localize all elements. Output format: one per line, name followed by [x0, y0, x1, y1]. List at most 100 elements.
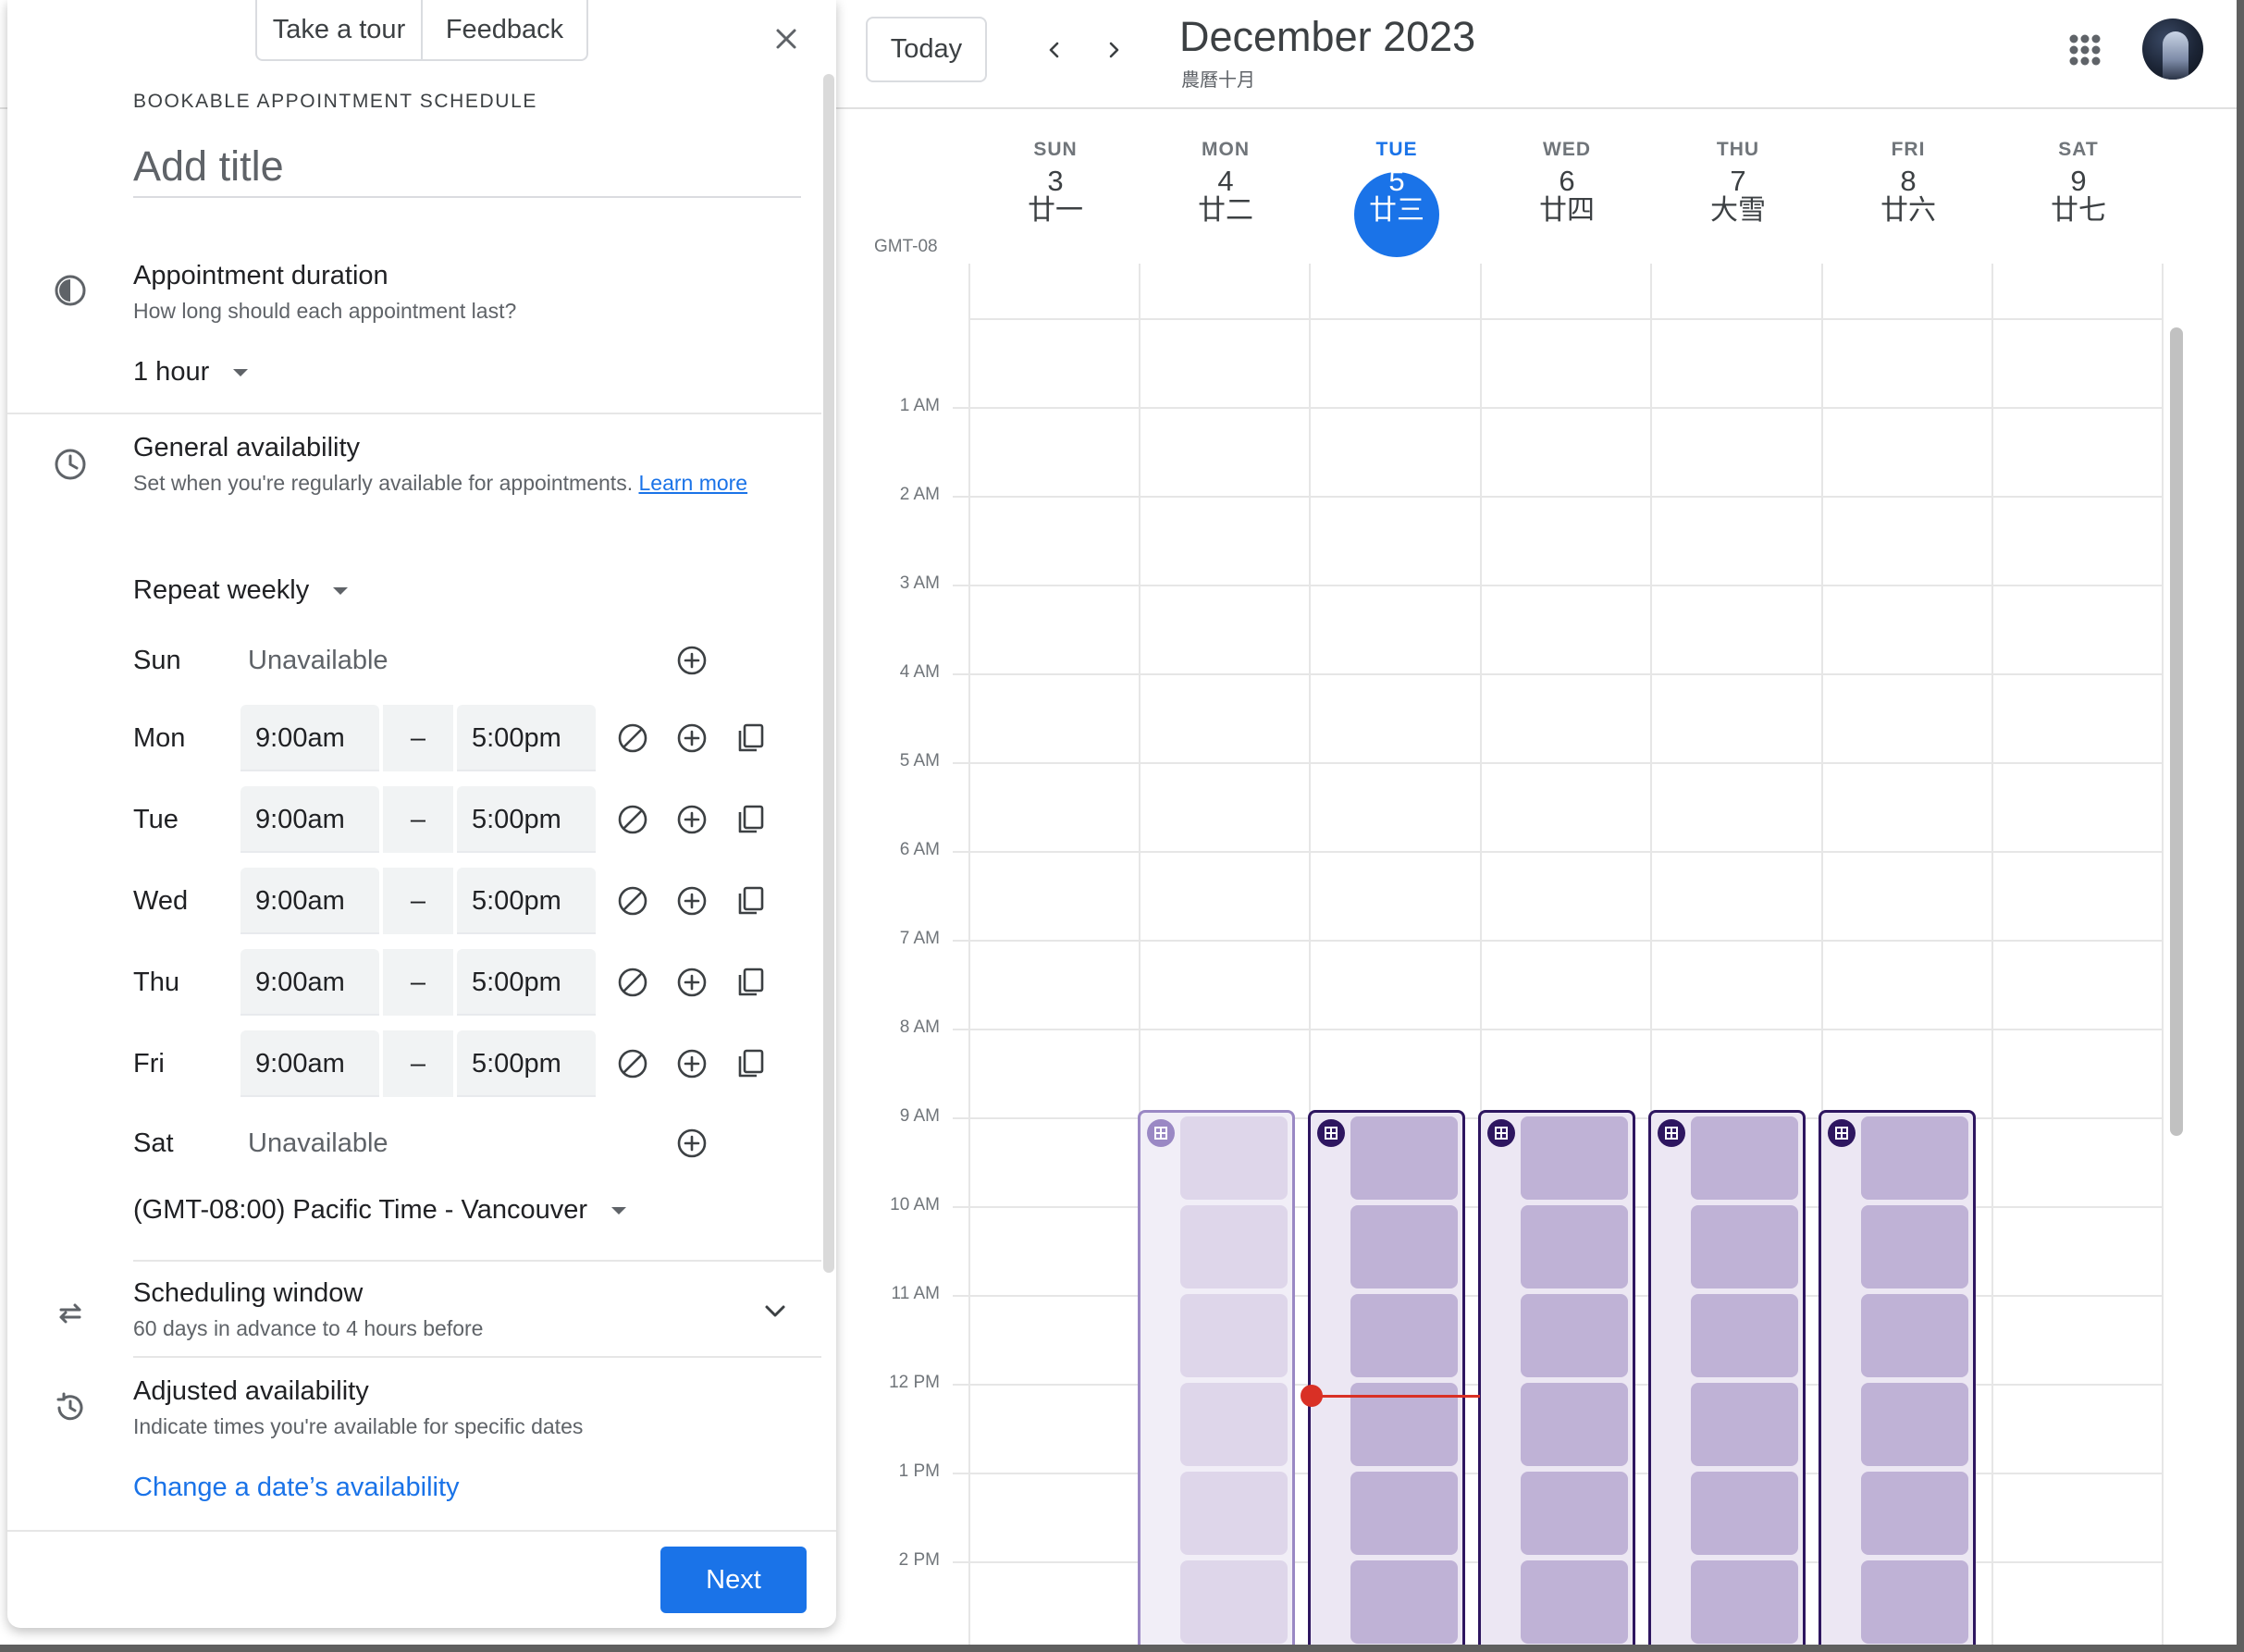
appointment-block[interactable] [1819, 1110, 1976, 1645]
appointment-block[interactable] [1138, 1110, 1295, 1645]
block-unavailable-icon[interactable] [616, 803, 649, 836]
copy-icon[interactable] [734, 884, 768, 918]
avatar[interactable] [2142, 18, 2203, 80]
availability-row-sun: Sun Unavailable [133, 627, 799, 694]
appointment-slot[interactable] [1861, 1116, 1968, 1200]
appointment-slot[interactable] [1180, 1560, 1288, 1644]
block-unavailable-icon[interactable] [616, 966, 649, 999]
appointment-slot[interactable] [1521, 1383, 1628, 1466]
appointment-slot[interactable] [1350, 1205, 1458, 1288]
appointment-slot[interactable] [1180, 1116, 1288, 1200]
appointment-slot[interactable] [1521, 1116, 1628, 1200]
block-unavailable-icon[interactable] [616, 721, 649, 755]
start-time-field[interactable]: 9:00am [240, 868, 379, 934]
appointment-slot[interactable] [1180, 1472, 1288, 1555]
day-name: FRI [1891, 139, 1926, 160]
start-time-field[interactable]: 9:00am [240, 949, 379, 1016]
title-input[interactable] [133, 137, 801, 198]
add-time-icon[interactable] [675, 644, 709, 677]
appointment-slot[interactable] [1691, 1560, 1798, 1644]
day-number: 7 [1730, 165, 1746, 197]
availability-row-tue: Tue 9:00am –5:00pm [133, 786, 799, 853]
start-time-field[interactable]: 9:00am [240, 786, 379, 853]
add-time-icon[interactable] [675, 884, 709, 918]
day-header-wed[interactable]: WED 6 廿四 [1482, 139, 1652, 226]
hour-gridline [969, 407, 2163, 409]
timezone-dropdown[interactable]: (GMT-08:00) Pacific Time - Vancouver [133, 1195, 627, 1226]
duration-dropdown[interactable]: 1 hour [133, 357, 249, 388]
day-header-fri[interactable]: FRI 8 廿六 [1823, 139, 1993, 226]
end-time-field[interactable]: 5:00pm [457, 1030, 596, 1097]
appointment-slot[interactable] [1350, 1294, 1458, 1377]
day-header-sun[interactable]: SUN 3 廿一 [970, 139, 1140, 226]
copy-icon[interactable] [734, 803, 768, 836]
appointment-slot[interactable] [1861, 1205, 1968, 1288]
appointment-slot[interactable] [1350, 1560, 1458, 1644]
apps-grid-icon[interactable] [2063, 28, 2107, 72]
panel-scrollbar[interactable] [823, 74, 834, 1273]
calendar-grid-icon [1828, 1119, 1856, 1147]
copy-icon[interactable] [734, 721, 768, 755]
appointment-slot[interactable] [1691, 1294, 1798, 1377]
learn-more-link[interactable]: Learn more [638, 471, 747, 495]
appointment-block[interactable] [1648, 1110, 1806, 1645]
add-time-icon[interactable] [675, 1127, 709, 1160]
end-time-field[interactable]: 5:00pm [457, 705, 596, 771]
end-time-field[interactable]: 5:00pm [457, 786, 596, 853]
appointment-slot[interactable] [1691, 1472, 1798, 1555]
change-date-availability-link[interactable]: Change a date’s availability [133, 1473, 460, 1503]
unavailable-label: Unavailable [248, 1128, 388, 1158]
calendar-scrollbar[interactable] [2170, 327, 2183, 1136]
add-time-icon[interactable] [675, 721, 709, 755]
time-separator: – [379, 786, 457, 853]
add-time-icon[interactable] [675, 803, 709, 836]
chevron-down-icon[interactable] [758, 1295, 792, 1328]
unavailable-label: Unavailable [248, 646, 388, 675]
appointment-slot[interactable] [1350, 1116, 1458, 1200]
appointment-slot[interactable] [1691, 1383, 1798, 1466]
start-time-field[interactable]: 9:00am [240, 705, 379, 771]
appointment-slot[interactable] [1180, 1383, 1288, 1466]
appointment-slot[interactable] [1691, 1205, 1798, 1288]
appointment-slot[interactable] [1521, 1560, 1628, 1644]
appointment-slot[interactable] [1350, 1472, 1458, 1555]
hour-label: 8 AM [899, 1017, 940, 1037]
appointment-block[interactable] [1478, 1110, 1635, 1645]
day-header-tue[interactable]: TUE 5 廿三 [1312, 139, 1482, 226]
appointment-slot[interactable] [1861, 1560, 1968, 1644]
appointment-slot[interactable] [1521, 1472, 1628, 1555]
day-header-sat[interactable]: SAT 9 廿七 [1993, 139, 2164, 226]
appointment-slot[interactable] [1691, 1116, 1798, 1200]
appointment-slot[interactable] [1861, 1294, 1968, 1377]
day-number: 8 [1900, 165, 1917, 197]
repeat-dropdown[interactable]: Repeat weekly [133, 575, 349, 606]
appointment-slot[interactable] [1521, 1294, 1628, 1377]
today-button[interactable]: Today [866, 17, 987, 82]
add-time-icon[interactable] [675, 1047, 709, 1080]
day-header-mon[interactable]: MON 4 廿二 [1140, 139, 1311, 226]
appointment-slot[interactable] [1861, 1472, 1968, 1555]
feedback-button[interactable]: Feedback [421, 0, 586, 59]
appointment-slot[interactable] [1521, 1205, 1628, 1288]
hour-label: 12 PM [889, 1373, 940, 1392]
appointment-block[interactable] [1308, 1110, 1465, 1645]
start-time-field[interactable]: 9:00am [240, 1030, 379, 1097]
copy-icon[interactable] [734, 966, 768, 999]
previous-week-icon[interactable] [1032, 28, 1077, 72]
hour-tick [953, 940, 969, 942]
end-time-field[interactable]: 5:00pm [457, 949, 596, 1016]
day-header-thu[interactable]: THU 7 大雪 [1653, 139, 1823, 226]
appointment-slot[interactable] [1180, 1294, 1288, 1377]
copy-icon[interactable] [734, 1047, 768, 1080]
block-unavailable-icon[interactable] [616, 884, 649, 918]
block-unavailable-icon[interactable] [616, 1047, 649, 1080]
next-week-icon[interactable] [1091, 28, 1136, 72]
end-time-field[interactable]: 5:00pm [457, 868, 596, 934]
take-a-tour-button[interactable]: Take a tour [257, 0, 421, 59]
close-icon[interactable] [766, 18, 807, 59]
appointment-slot[interactable] [1861, 1383, 1968, 1466]
next-button[interactable]: Next [660, 1547, 807, 1613]
add-time-icon[interactable] [675, 966, 709, 999]
hour-tick [953, 496, 969, 498]
appointment-slot[interactable] [1180, 1205, 1288, 1288]
